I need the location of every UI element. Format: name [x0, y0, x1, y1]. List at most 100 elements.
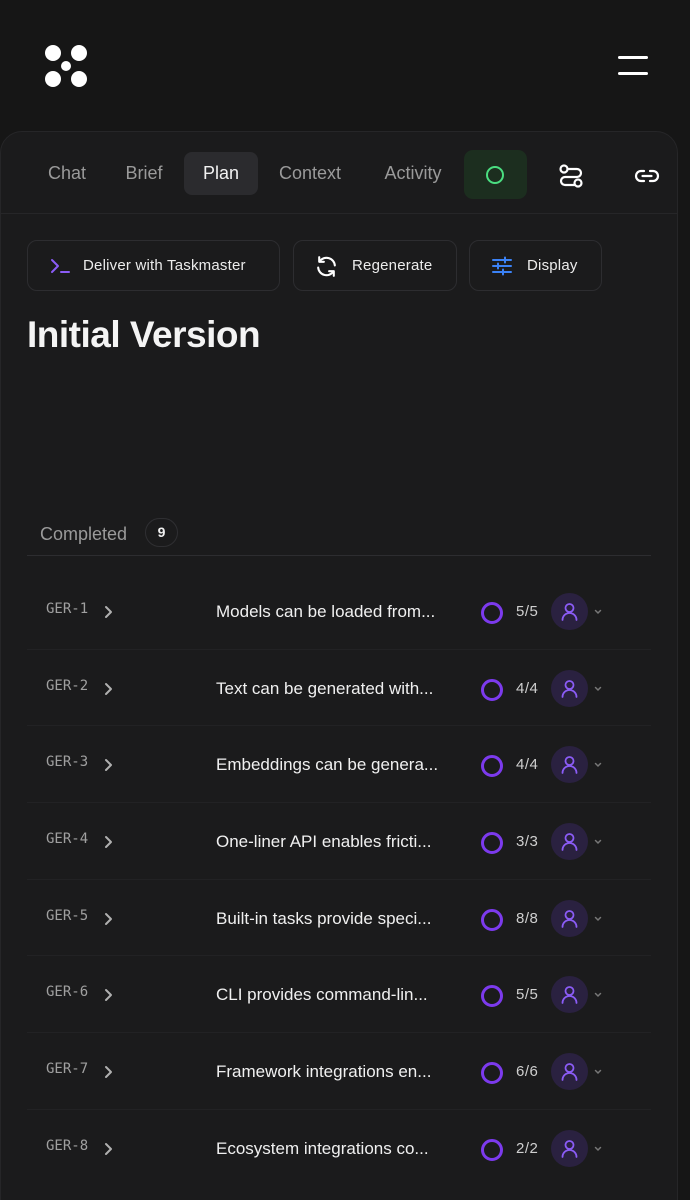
task-title: Text can be generated with...: [216, 678, 434, 698]
status-circle-icon[interactable]: [481, 755, 503, 778]
user-icon: [561, 603, 578, 621]
task-list: GER-1 Models can be loaded from... 5/5 G…: [27, 573, 651, 1187]
workflow-icon[interactable]: [557, 162, 585, 190]
status-circle-icon[interactable]: [481, 908, 503, 931]
main-panel: Chat Brief Plan Context Activity Deliver…: [0, 131, 678, 1200]
assignee-avatar[interactable]: [551, 1053, 588, 1091]
subtask-count: 2/2: [516, 1139, 539, 1157]
tab-chat[interactable]: Chat: [32, 152, 102, 195]
user-icon: [561, 1063, 578, 1082]
user-icon: [561, 833, 578, 851]
assignee-avatar[interactable]: [551, 593, 588, 630]
chevron-down-icon[interactable]: [594, 839, 602, 845]
task-row[interactable]: GER-6 CLI provides command-lin... 5/5: [27, 956, 651, 1034]
chevron-down-icon[interactable]: [594, 992, 602, 998]
user-icon: [561, 909, 578, 928]
task-id: GER-4: [46, 831, 89, 848]
assignee-avatar[interactable]: [551, 976, 588, 1014]
completed-section-header[interactable]: Completed 9: [27, 514, 651, 556]
display-button[interactable]: Display: [469, 240, 602, 291]
assignee-avatar[interactable]: [551, 899, 588, 937]
task-row[interactable]: GER-7 Framework integrations en... 6/6: [27, 1033, 651, 1110]
terminal-icon: [51, 259, 70, 273]
refresh-icon: [317, 256, 336, 277]
chevron-down-icon[interactable]: [594, 916, 602, 922]
subtask-count: 4/4: [516, 679, 539, 697]
hamburger-menu-icon[interactable]: [616, 54, 650, 78]
tab-plan[interactable]: Plan: [184, 152, 258, 195]
user-icon: [561, 1139, 578, 1158]
chevron-down-icon[interactable]: [594, 609, 602, 615]
page-title: Initial Version: [27, 314, 261, 355]
regenerate-button-label: Regenerate: [352, 257, 433, 274]
top-bar: [0, 0, 690, 130]
regenerate-button[interactable]: Regenerate: [293, 240, 457, 291]
task-title: Framework integrations en...: [216, 1062, 432, 1082]
task-id: GER-2: [46, 677, 89, 694]
task-id: GER-6: [46, 984, 89, 1001]
chevron-down-icon[interactable]: [594, 1146, 602, 1152]
task-id: GER-5: [46, 907, 89, 924]
tab-bar: Chat Brief Plan Context Activity: [1, 132, 677, 214]
logo-icon[interactable]: [44, 44, 88, 88]
task-row[interactable]: GER-2 Text can be generated with... 4/4: [27, 650, 651, 727]
chevron-down-icon[interactable]: [594, 762, 602, 768]
section-label: Completed: [40, 524, 128, 544]
chevron-right-icon[interactable]: [103, 1142, 113, 1156]
task-row[interactable]: GER-3 Embeddings can be genera... 4/4: [27, 726, 651, 804]
status-button[interactable]: [464, 150, 527, 199]
tab-brief[interactable]: Brief: [109, 152, 179, 195]
status-circle-icon[interactable]: [481, 1062, 503, 1085]
task-title: Models can be loaded from...: [216, 602, 436, 621]
task-row[interactable]: GER-8 Ecosystem integrations co... 2/2: [27, 1110, 651, 1187]
chevron-right-icon[interactable]: [103, 1065, 113, 1079]
chevron-right-icon[interactable]: [103, 835, 113, 849]
chevron-right-icon[interactable]: [103, 682, 113, 696]
deliver-with-taskmaster-button[interactable]: Deliver with Taskmaster: [27, 240, 280, 291]
subtask-count: 5/5: [516, 603, 539, 620]
task-title: Ecosystem integrations co...: [216, 1138, 429, 1158]
user-icon: [561, 756, 578, 775]
chevron-right-icon[interactable]: [103, 988, 113, 1002]
task-title: Embeddings can be genera...: [216, 755, 439, 775]
chevron-right-icon[interactable]: [103, 605, 113, 619]
user-icon: [561, 986, 578, 1005]
link-icon[interactable]: [633, 162, 661, 190]
chevron-down-icon[interactable]: [594, 1069, 602, 1075]
assignee-avatar[interactable]: [551, 823, 588, 861]
subtask-count: 6/6: [516, 1063, 539, 1081]
chevron-right-icon[interactable]: [103, 758, 113, 772]
status-circle-icon[interactable]: [481, 832, 503, 855]
task-row[interactable]: GER-5 Built-in tasks provide speci... 8/…: [27, 880, 651, 957]
sliders-icon: [492, 256, 512, 276]
task-title: Built-in tasks provide speci...: [216, 908, 432, 928]
assignee-avatar[interactable]: [551, 669, 588, 707]
chevron-right-icon[interactable]: [103, 912, 113, 926]
task-title: CLI provides command-lin...: [216, 985, 428, 1005]
deliver-button-label: Deliver with Taskmaster: [83, 257, 246, 274]
tab-activity[interactable]: Activity: [370, 152, 456, 195]
task-id: GER-7: [46, 1061, 89, 1078]
task-row[interactable]: GER-1 Models can be loaded from... 5/5: [27, 573, 651, 650]
status-circle-icon[interactable]: [481, 1138, 503, 1161]
count-badge: 9: [145, 518, 178, 547]
chevron-down-icon[interactable]: [594, 686, 602, 692]
display-button-label: Display: [527, 257, 578, 274]
status-circle-icon[interactable]: [481, 602, 503, 624]
subtask-count: 3/3: [516, 833, 539, 851]
task-id: GER-1: [46, 601, 89, 617]
assignee-avatar[interactable]: [551, 746, 588, 784]
task-row[interactable]: GER-4 One-liner API enables fricti... 3/…: [27, 803, 651, 880]
user-icon: [561, 679, 578, 698]
status-circle-icon[interactable]: [481, 985, 503, 1008]
subtask-count: 5/5: [516, 986, 539, 1004]
subtask-count: 4/4: [516, 756, 539, 774]
status-circle-icon: [486, 166, 504, 184]
tab-context[interactable]: Context: [267, 152, 353, 195]
subtask-count: 8/8: [516, 909, 539, 927]
task-id: GER-8: [46, 1137, 89, 1154]
task-title: One-liner API enables fricti...: [216, 832, 432, 852]
status-circle-icon[interactable]: [481, 678, 503, 701]
assignee-avatar[interactable]: [551, 1129, 588, 1167]
task-id: GER-3: [46, 754, 89, 771]
